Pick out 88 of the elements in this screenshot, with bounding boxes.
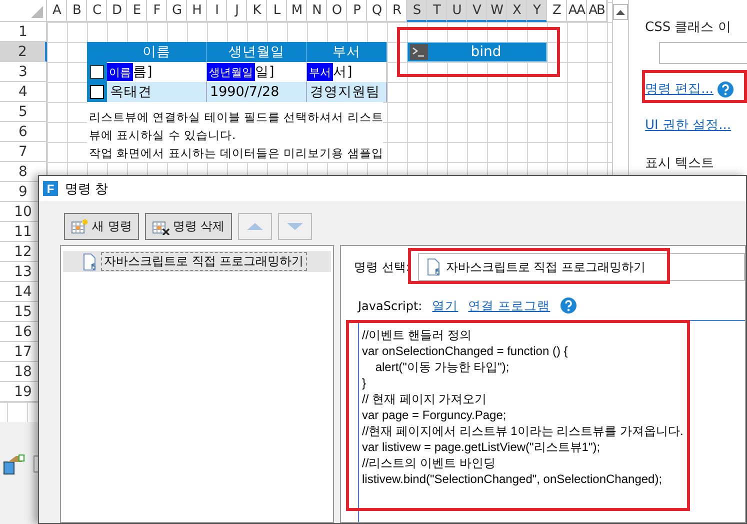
script-link[interactable]: 열기 — [432, 298, 458, 312]
script-link[interactable]: 연결 프로그램 — [468, 298, 550, 312]
column-header[interactable]: T — [427, 0, 447, 22]
column-header[interactable]: X — [507, 0, 527, 22]
help-icon[interactable] — [560, 297, 578, 314]
command-select-label: 명령 선택: — [354, 258, 410, 276]
javascript-label: JavaScript: — [358, 298, 422, 312]
note-text: 리스트뷰에 연결하실 테이블 필드를 선택하셔서 리스트 뷰에 표시하실 수 있습니다. 작업 화면에서 표시하는 데이터들은 미리보기용 샘플입 — [87, 102, 384, 162]
table-cell: 1990/7/28 — [207, 82, 307, 102]
column-header[interactable]: B — [67, 0, 87, 22]
row-header[interactable]: 8 — [0, 162, 47, 182]
terminal-icon — [410, 44, 428, 60]
column-header[interactable]: C — [87, 0, 107, 22]
window-title: 명령 창 — [65, 180, 108, 198]
code-line: //현재 페이지에서 리스트뷰 1이라는 리스트뷰를 가져옵니다. — [362, 423, 684, 439]
code-line: alert("이동 가능한 타입"); — [374, 359, 510, 375]
row-header[interactable]: 6 — [0, 122, 47, 142]
scroll-up-button[interactable] — [613, 4, 628, 20]
new-command-button[interactable]: 새 명령 — [64, 213, 139, 240]
field-tag: 생년월일 — [207, 63, 255, 81]
column-header[interactable]: H — [187, 0, 207, 22]
delete-table-icon — [152, 218, 170, 234]
command-item[interactable]: 자바스크립트로 직접 프로그래밍하기 — [63, 251, 331, 272]
column-header[interactable]: G — [167, 0, 187, 22]
new-table-icon — [71, 218, 89, 234]
css-class-field[interactable] — [659, 42, 747, 64]
column-header[interactable]: N — [307, 0, 327, 22]
css-class-label: CSS 클래스 이 — [645, 19, 732, 36]
toolbar-icon[interactable] — [2, 452, 26, 476]
column-heading: 부서 — [307, 42, 387, 62]
code-line: // 현재 페이지 가져오기 — [362, 391, 488, 407]
column-header[interactable]: Q — [367, 0, 387, 22]
triangle-icon — [31, 6, 43, 18]
field-tag: 이름 — [107, 63, 133, 81]
edit-command-link[interactable]: 명령 편집... — [645, 80, 714, 98]
field-tag: 부서 — [307, 63, 333, 81]
checkbox[interactable] — [90, 85, 104, 99]
row-header[interactable]: 4 — [0, 82, 47, 102]
delete-command-button[interactable]: 명령 삭제 — [144, 213, 232, 240]
table-cell: 옥태견 — [107, 82, 207, 102]
column-header[interactable]: I — [207, 0, 227, 22]
column-heading: 이름 — [107, 42, 207, 62]
code-line: //이벤트 핸들러 정의 — [362, 327, 472, 343]
help-icon[interactable] — [716, 80, 734, 98]
column-header[interactable]: Y — [527, 0, 547, 22]
column-header[interactable]: J — [227, 0, 247, 22]
code-line: //리스트의 이벤트 바인딩 — [362, 455, 496, 471]
row-header[interactable]: 7 — [0, 142, 47, 162]
code-line: } — [362, 375, 368, 391]
column-header[interactable]: K — [247, 0, 267, 22]
column-header[interactable]: AA — [567, 0, 587, 22]
column-header[interactable]: O — [327, 0, 347, 22]
column-heading: 생년월일 — [207, 42, 307, 62]
app-logo: F — [43, 181, 58, 196]
column-header[interactable]: M — [287, 0, 307, 22]
column-header[interactable]: D — [107, 0, 127, 22]
up-arrow-icon — [616, 10, 625, 14]
code-line: listivew.bind("SelectionChanged", onSelectionChanged); — [362, 471, 664, 487]
column-header[interactable]: L — [267, 0, 287, 22]
code-line: var listivew = page.getListView("리스트뷰1"); — [362, 439, 602, 455]
column-header[interactable]: U — [447, 0, 467, 22]
row-header[interactable]: 5 — [0, 102, 47, 122]
row-header[interactable]: 2 — [0, 42, 47, 62]
checkbox[interactable] — [90, 65, 104, 79]
row-header[interactable]: 1 — [0, 22, 47, 42]
column-header[interactable]: S — [407, 0, 427, 22]
display-text-label: 표시 텍스트 — [645, 155, 716, 172]
down-arrow-icon — [286, 222, 304, 231]
field-placeholder-text: 서] — [333, 63, 352, 81]
row-header[interactable]: 3 — [0, 62, 47, 82]
column-header[interactable]: R — [387, 0, 407, 22]
column-header[interactable]: Z — [547, 0, 567, 22]
field-placeholder-text: 일] — [255, 63, 274, 81]
ui-permission-link[interactable]: UI 권한 설정... — [645, 116, 747, 134]
field-placeholder-text: 름] — [133, 63, 152, 81]
up-arrow-icon — [246, 222, 264, 231]
list-view[interactable]: 이름 생년월일 부서 이름 름] 생년월일 일] 부서 서] 옥태견 1990/7/28 경영지원팀 — [87, 42, 387, 102]
column-header[interactable]: E — [127, 0, 147, 22]
column-header[interactable]: F — [147, 0, 167, 22]
column-header[interactable]: P — [347, 0, 367, 22]
code-line: var page = Forguncy.Page; — [362, 407, 508, 423]
table-cell: 경영지원팀 — [307, 82, 387, 102]
column-header[interactable]: W — [487, 0, 507, 22]
bind-button[interactable]: bind — [407, 42, 547, 62]
code-line: var onSelectionChanged = function () { — [362, 343, 569, 359]
column-header[interactable]: A — [47, 0, 67, 22]
column-header[interactable]: V — [467, 0, 487, 22]
column-header[interactable]: AB — [587, 0, 607, 22]
